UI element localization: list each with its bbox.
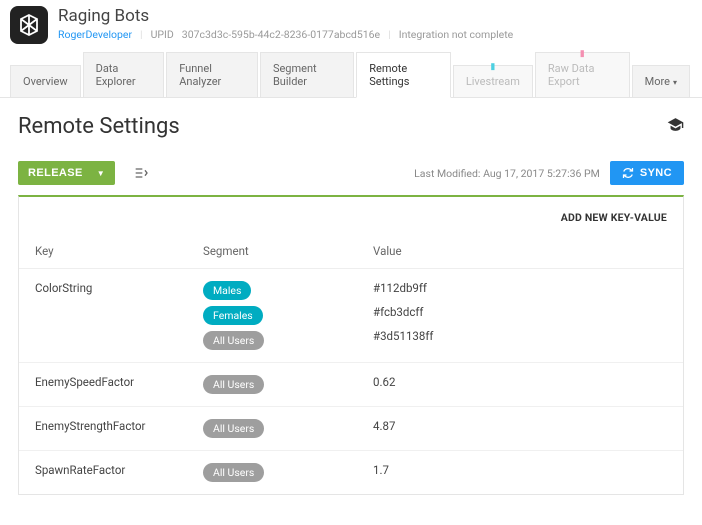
priority-icon[interactable]	[133, 165, 149, 181]
sync-button-label: SYNC	[640, 167, 672, 179]
table-row[interactable]: SpawnRateFactorAll Users 1.7	[19, 451, 683, 494]
settings-card: ADD NEW KEY-VALUE Key Segment Value Colo…	[18, 195, 684, 495]
tab-raw-data-export-label: Raw Data Export	[548, 62, 595, 88]
segment-chip[interactable]: All Users	[203, 463, 264, 482]
app-title: Raging Bots	[58, 6, 513, 26]
tab-overview[interactable]: Overview	[10, 65, 81, 97]
value-text: #112db9ff	[373, 281, 667, 295]
segment-chip[interactable]: All Users	[203, 331, 264, 350]
sync-icon	[622, 167, 634, 179]
graduation-cap-icon[interactable]	[667, 116, 684, 137]
tab-bar: Overview Data Explorer Funnel Analyzer S…	[0, 52, 702, 98]
segment-chip[interactable]: All Users	[203, 375, 264, 394]
value-cell: 1.7	[373, 463, 667, 482]
value-text: 0.62	[373, 375, 667, 389]
last-modified: Last Modified: Aug 17, 2017 5:27:36 PM	[414, 167, 600, 180]
tab-more[interactable]: More	[632, 65, 690, 97]
upid-value: 307c3d3c-595b-44c2-8236-0177abcd516e	[182, 28, 380, 41]
value-cell: #112db9ff #fcb3dcff #3d51138ff	[373, 281, 667, 350]
tab-livestream[interactable]: ▮Livestream	[453, 65, 533, 97]
value-text: 1.7	[373, 463, 667, 477]
segment-chip[interactable]: All Users	[203, 419, 264, 438]
key-cell: SpawnRateFactor	[35, 463, 203, 482]
col-header-segment: Segment	[203, 244, 373, 258]
table-header: Key Segment Value	[19, 234, 683, 269]
segment-chip[interactable]: Males	[203, 281, 251, 300]
integration-status: Integration not complete	[399, 28, 514, 41]
unity-icon	[10, 6, 48, 44]
upid-label: UPID	[151, 28, 174, 41]
caret-down-icon: ▼	[97, 169, 105, 178]
tab-funnel-analyzer[interactable]: Funnel Analyzer	[166, 52, 258, 97]
col-header-value: Value	[373, 244, 667, 258]
key-cell: ColorString	[35, 281, 203, 350]
value-text: 4.87	[373, 419, 667, 433]
value-text: #fcb3dcff	[373, 305, 667, 319]
sync-button[interactable]: SYNC	[610, 161, 684, 185]
page-title: Remote Settings	[18, 114, 180, 139]
table-row[interactable]: ColorStringMales Females All Users #112db9f…	[19, 269, 683, 363]
add-key-value-button[interactable]: ADD NEW KEY-VALUE	[19, 197, 683, 234]
tab-data-explorer[interactable]: Data Explorer	[83, 52, 165, 97]
value-cell: 0.62	[373, 375, 667, 394]
value-text: #3d51138ff	[373, 329, 667, 343]
app-header: Raging Bots RogerDeveloper | UPID 307c3d…	[0, 0, 702, 52]
tab-livestream-label: Livestream	[466, 75, 520, 88]
value-cell: 4.87	[373, 419, 667, 438]
release-button-label: RELEASE	[28, 167, 83, 179]
col-header-key: Key	[35, 244, 203, 258]
segment-cell: All Users	[203, 419, 373, 438]
release-button[interactable]: RELEASE ▼	[18, 161, 115, 185]
table-row[interactable]: EnemyStrengthFactorAll Users 4.87	[19, 407, 683, 451]
tab-remote-settings[interactable]: Remote Settings	[356, 52, 451, 98]
segment-cell: All Users	[203, 463, 373, 482]
developer-link[interactable]: RogerDeveloper	[58, 28, 132, 41]
key-cell: EnemySpeedFactor	[35, 375, 203, 394]
segment-cell: All Users	[203, 375, 373, 394]
key-cell: EnemyStrengthFactor	[35, 419, 203, 438]
segment-chip[interactable]: Females	[203, 306, 263, 325]
segment-cell: Males Females All Users	[203, 281, 373, 350]
table-row[interactable]: EnemySpeedFactorAll Users 0.62	[19, 363, 683, 407]
tab-segment-builder[interactable]: Segment Builder	[260, 52, 354, 97]
tab-raw-data-export[interactable]: ▮Raw Data Export	[535, 52, 630, 97]
